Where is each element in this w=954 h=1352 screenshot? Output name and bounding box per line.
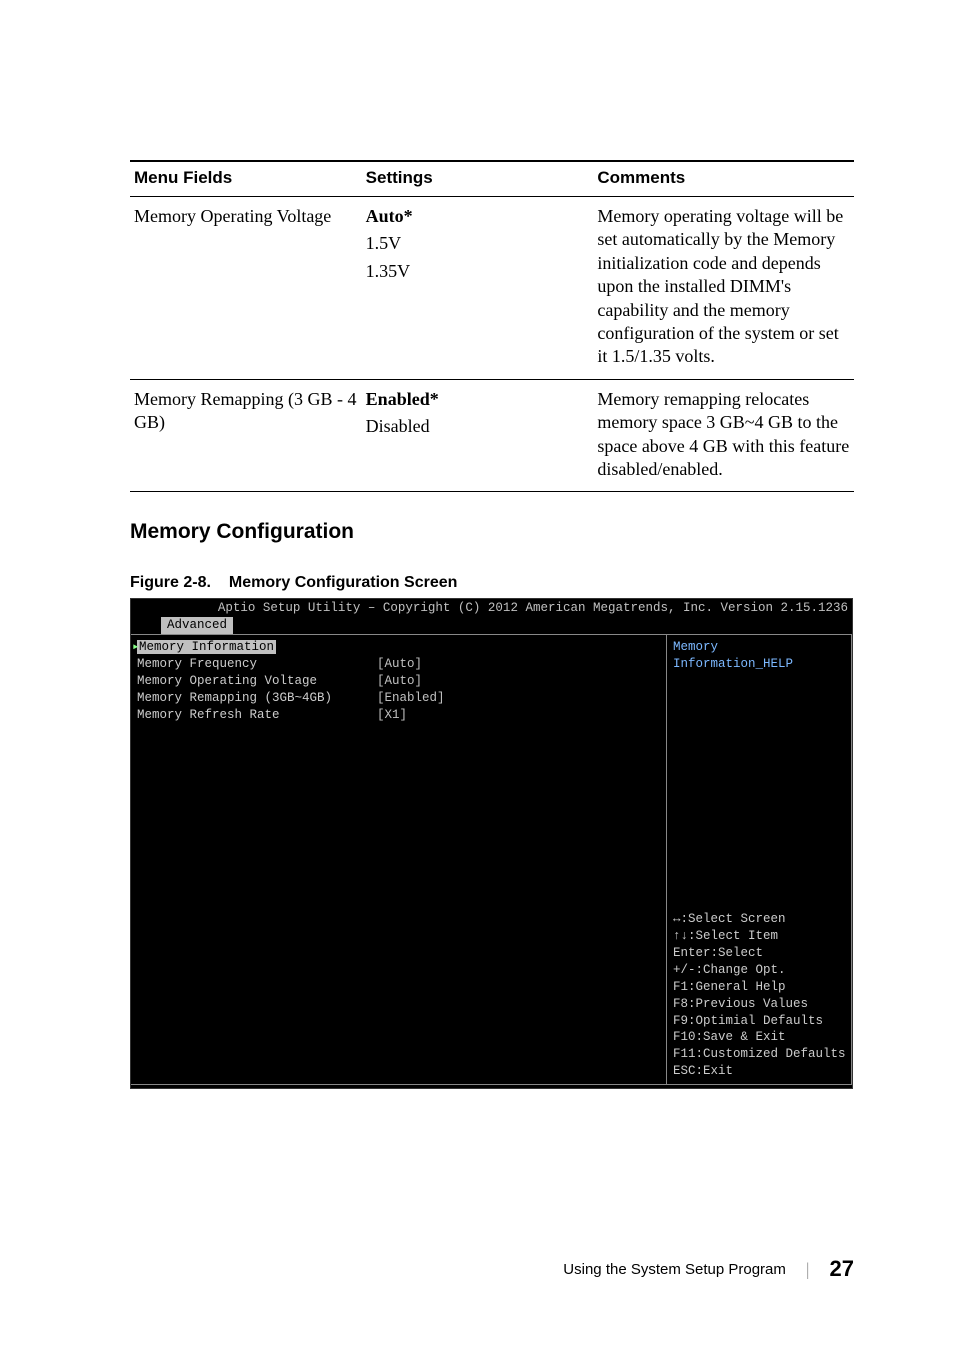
figure-number: Figure 2-8.	[130, 574, 211, 591]
page-number: 27	[830, 1256, 854, 1282]
bios-left-pane: ▸ Memory Information Memory Frequency[Au…	[131, 635, 667, 1084]
th-comments: Comments	[593, 161, 854, 197]
bios-item-selected: Memory Information	[137, 640, 276, 654]
bios-help-line: Memory	[673, 639, 845, 656]
figure-title: Memory Configuration Screen	[229, 574, 457, 591]
separator-icon: |	[806, 1259, 810, 1280]
bios-right-pane: Memory Information_HELP ↔:Select Screen …	[667, 635, 852, 1084]
key-hint: F8:Previous Values	[673, 996, 845, 1013]
page-footer: Using the System Setup Program | 27	[563, 1256, 854, 1282]
section-heading: Memory Configuration	[130, 520, 854, 544]
th-field: Menu Fields	[130, 161, 362, 197]
key-hint: ↔:Select Screen	[673, 911, 845, 928]
bios-key-hints: ↔:Select Screen ↑↓:Select Item Enter:Sel…	[673, 911, 845, 1080]
cell-settings: Auto* 1.5V 1.35V	[362, 197, 594, 380]
setting-option: Auto*	[366, 205, 590, 228]
cell-field: Memory Operating Voltage	[130, 197, 362, 380]
key-hint: ↑↓:Select Item	[673, 928, 845, 945]
th-settings: Settings	[362, 161, 594, 197]
bios-help-line: Information_HELP	[673, 656, 845, 673]
bios-item-label: Memory Refresh Rate	[137, 707, 377, 724]
cell-comments: Memory operating voltage will be set aut…	[593, 197, 854, 380]
setting-option: 1.35V	[366, 260, 590, 283]
figure-caption: Figure 2-8. Memory Configuration Screen	[130, 574, 854, 592]
setting-option: Enabled*	[366, 388, 590, 411]
key-hint: F11:Customized Defaults	[673, 1046, 845, 1063]
bios-item-value: [Auto]	[377, 673, 422, 690]
menu-fields-table: Menu Fields Settings Comments Memory Ope…	[130, 160, 854, 492]
bios-item-value: [X1]	[377, 707, 407, 724]
bios-item-label: Memory Remapping (3GB~4GB)	[137, 690, 377, 707]
table-row: Memory Remapping (3 GB - 4 GB) Enabled* …	[130, 379, 854, 492]
key-hint: F9:Optimial Defaults	[673, 1013, 845, 1030]
cell-settings: Enabled* Disabled	[362, 379, 594, 492]
cursor-icon: ▸	[132, 639, 140, 656]
setting-option: 1.5V	[366, 232, 590, 255]
bios-item-value: [Auto]	[377, 656, 422, 673]
setting-option: Disabled	[366, 415, 590, 438]
footer-chapter: Using the System Setup Program	[563, 1261, 786, 1278]
cell-comments: Memory remapping relocates memory space …	[593, 379, 854, 492]
bios-header: Aptio Setup Utility – Copyright (C) 2012…	[131, 599, 852, 617]
key-hint: ESC:Exit	[673, 1063, 845, 1080]
bios-item-label: Memory Frequency	[137, 656, 377, 673]
key-hint: Enter:Select	[673, 945, 845, 962]
bios-item-value: [Enabled]	[377, 690, 445, 707]
key-hint: F10:Save & Exit	[673, 1029, 845, 1046]
bios-tab-advanced: Advanced	[161, 617, 233, 634]
bios-screenshot: Aptio Setup Utility – Copyright (C) 2012…	[130, 598, 853, 1089]
key-hint: +/-:Change Opt.	[673, 962, 845, 979]
table-row: Memory Operating Voltage Auto* 1.5V 1.35…	[130, 197, 854, 380]
cell-field: Memory Remapping (3 GB - 4 GB)	[130, 379, 362, 492]
bios-item-label: Memory Operating Voltage	[137, 673, 377, 690]
key-hint: F1:General Help	[673, 979, 845, 996]
